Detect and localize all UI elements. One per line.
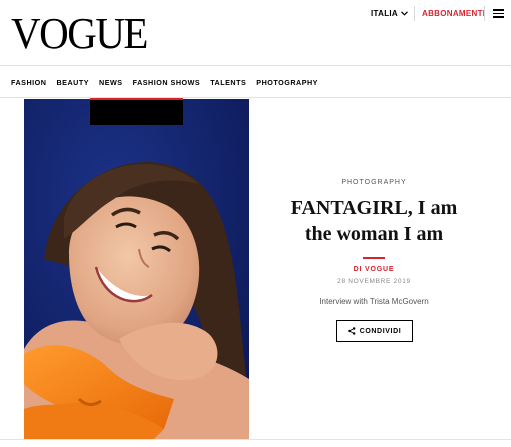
nav-item-photography[interactable]: PHOTOGRAPHY xyxy=(256,78,318,87)
share-button[interactable]: CONDIVIDI xyxy=(336,320,413,342)
country-selector[interactable]: ITALIA xyxy=(371,9,408,18)
country-label: ITALIA xyxy=(371,9,398,18)
article-category[interactable]: PHOTOGRAPHY xyxy=(249,179,499,186)
nav-item-talents[interactable]: TALENTS xyxy=(210,78,246,87)
share-icon xyxy=(348,327,356,335)
hamburger-menu-icon[interactable] xyxy=(493,9,504,18)
nav-item-fashion[interactable]: FASHION xyxy=(11,78,46,87)
site-header: VOGUE ITALIA ABBONAMENTI xyxy=(0,0,511,66)
nav-item-news[interactable]: NEWS xyxy=(99,78,123,87)
portrait-illustration xyxy=(24,99,249,439)
main-navigation: FASHION BEAUTY NEWS FASHION SHOWS TALENT… xyxy=(0,67,511,98)
article-title-line1: FANTAGIRL, I am xyxy=(290,197,458,219)
subscribe-link[interactable]: ABBONAMENTI xyxy=(422,9,485,18)
vogue-logo[interactable]: VOGUE xyxy=(11,10,148,55)
hero-photo xyxy=(24,99,249,439)
share-label: CONDIVIDI xyxy=(359,327,402,335)
nav-item-fashion-shows[interactable]: FASHION SHOWS xyxy=(133,78,201,87)
nav-item-beauty[interactable]: BEAUTY xyxy=(56,78,89,87)
chevron-down-icon xyxy=(401,11,408,16)
content-bottom-divider xyxy=(0,439,511,440)
article-header: PHOTOGRAPHY FANTAGIRL, I am the woman I … xyxy=(249,99,511,439)
article-byline[interactable]: DI VOGUE xyxy=(249,266,499,273)
header-divider xyxy=(484,6,485,21)
article-date: 28 NOVEMBRE 2019 xyxy=(337,278,411,285)
header-divider xyxy=(414,6,415,21)
article-summary: Interview with Trista McGovern xyxy=(319,297,429,306)
article-title: FANTAGIRL, I am the woman I am xyxy=(269,195,479,247)
title-divider xyxy=(363,257,385,259)
article-title-line2: the woman I am xyxy=(304,223,444,245)
redacted-overlay xyxy=(90,100,183,125)
